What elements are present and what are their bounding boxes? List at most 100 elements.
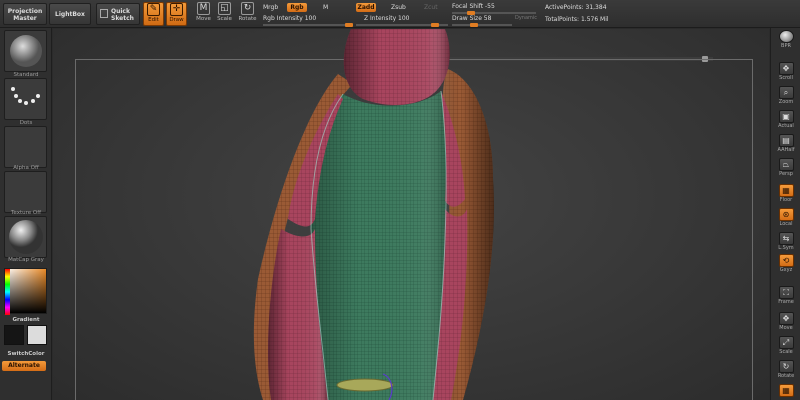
zsub-button[interactable]: Zsub (391, 4, 406, 11)
hue-strip[interactable] (5, 269, 10, 315)
seat-cushion-hint (336, 378, 394, 392)
alternate-button[interactable]: Alternate (2, 361, 46, 371)
frame-icon: ⛶ (778, 286, 794, 299)
quick-sketch-label: Quick Sketch (111, 8, 134, 22)
left-shelf: Standard Dots Alpha Off Texture Off MatC… (0, 28, 52, 400)
scale-label: Scale (217, 16, 232, 22)
scale-view-label: Scale (779, 349, 793, 355)
persp-button[interactable]: ⏢ Persp (774, 158, 798, 178)
actual-button[interactable]: ▣ Actual (774, 110, 798, 130)
render-sphere-icon (778, 30, 794, 43)
gxyz-icon: ⟲ (778, 254, 794, 267)
local-icon: ⊛ (778, 208, 794, 221)
lsym-button[interactable]: ⇆ L.Sym (774, 232, 798, 252)
floor-button[interactable]: ▦ Floor (774, 184, 798, 204)
rgb-intensity-label: Rgb Intensity 100 (263, 15, 317, 22)
material-label: MatCap Gray (8, 257, 44, 263)
brush-sphere-icon (10, 35, 42, 67)
dynamic-button[interactable]: Dynamic (515, 15, 537, 21)
rotate-view-button[interactable]: ↻ Rotate (774, 360, 798, 380)
m-button[interactable]: M (323, 4, 328, 11)
texture-selector[interactable] (4, 171, 47, 213)
local-button[interactable]: ⊛ Local (774, 208, 798, 228)
quick-sketch-button[interactable]: Quick Sketch (96, 3, 140, 25)
local-label: Local (779, 221, 793, 227)
gradient-button[interactable]: Gradient (0, 317, 52, 323)
focal-shift-label: Focal Shift -55 (452, 3, 495, 10)
scroll-button[interactable]: ✥ Scroll (774, 62, 798, 82)
edit-button[interactable]: ✎ Edit (143, 2, 164, 26)
draw-button[interactable]: ✛ Draw (166, 2, 187, 26)
main-color-swatch[interactable] (4, 325, 24, 345)
move-icon: ✥ (778, 312, 794, 325)
secondary-color-swatch[interactable] (27, 325, 47, 345)
rotate-label: Rotate (238, 16, 257, 22)
focal-shift-slider[interactable] (452, 12, 536, 14)
bpr-button[interactable]: BPR (774, 30, 798, 50)
scale-icon: ◱ (218, 2, 231, 15)
scale-button[interactable]: ◱ Scale (214, 2, 235, 26)
mrgb-button[interactable]: Mrgb (263, 4, 278, 11)
rgb-intensity-slider[interactable] (263, 24, 353, 26)
right-shelf: BPR ✥ Scroll ⌕ Zoom ▣ Actual ▤ AAHalf ⏢ Persp… (770, 28, 800, 400)
edit-icon: ✎ (147, 3, 160, 16)
z-intensity-handle[interactable] (431, 23, 439, 27)
floor-label: Floor (779, 197, 793, 203)
rgb-intensity-handle[interactable] (345, 23, 353, 27)
zoom-button[interactable]: ⌕ Zoom (774, 86, 798, 106)
viewport-canvas[interactable] (53, 29, 769, 400)
scale-view-button[interactable]: ⤢ Scale (774, 336, 798, 356)
move-button[interactable]: M Move (193, 2, 214, 26)
top-toolbar: Projection Master LightBox Quick Sketch … (0, 0, 800, 28)
lsym-label: L.Sym (778, 245, 794, 251)
zoom-label: Zoom (778, 99, 794, 105)
brush-selector[interactable] (4, 30, 47, 72)
polyframe-button[interactable]: ▦ (774, 384, 798, 400)
persp-label: Persp (779, 171, 793, 177)
total-points-readout: TotalPoints: 1.576 Mil (545, 16, 609, 23)
scroll-label: Scroll (779, 75, 793, 81)
lsym-icon: ⇆ (778, 232, 794, 245)
draw-icon: ✛ (170, 3, 183, 16)
zoom-icon: ⌕ (778, 86, 794, 99)
color-picker[interactable] (4, 268, 47, 315)
switch-color-button[interactable]: SwitchColor (0, 351, 52, 357)
aahalf-label: AAHalf (777, 147, 795, 153)
z-intensity-label: Z Intensity 100 (364, 15, 410, 22)
rotate-view-label: Rotate (777, 373, 795, 379)
stroke-selector[interactable] (4, 78, 47, 120)
frame-label: Frame (778, 299, 794, 305)
move-icon: M (197, 2, 210, 15)
rgb-button[interactable]: Rgb (287, 3, 307, 12)
seat-mesh-model[interactable] (53, 29, 769, 400)
rotate-button[interactable]: ↻ Rotate (237, 2, 258, 26)
draw-label: Draw (169, 17, 184, 23)
aahalf-button[interactable]: ▤ AAHalf (774, 134, 798, 154)
move-view-label: Move (779, 325, 793, 331)
move-label: Move (196, 16, 211, 22)
alpha-selector[interactable] (4, 126, 47, 168)
frame-button[interactable]: ⛶ Frame (774, 286, 798, 306)
aahalf-icon: ▤ (778, 134, 794, 147)
edit-label: Edit (148, 17, 159, 23)
gxyz-button[interactable]: ⟲ Gxyz (774, 254, 798, 274)
gxyz-label: Gxyz (779, 267, 793, 273)
zadd-button[interactable]: Zadd (356, 3, 376, 12)
draw-size-slider[interactable] (452, 24, 512, 26)
scale-icon: ⤢ (778, 336, 794, 349)
quick-sketch-icon (100, 9, 108, 18)
move-view-button[interactable]: ✥ Move (774, 312, 798, 332)
actual-label: Actual (778, 123, 794, 129)
actual-icon: ▣ (778, 110, 794, 123)
polyframe-icon: ▦ (778, 384, 794, 397)
lightbox-button[interactable]: LightBox (49, 3, 91, 25)
floor-icon: ▦ (778, 184, 794, 197)
persp-icon: ⏢ (778, 158, 794, 171)
matcap-sphere-icon (9, 220, 43, 254)
projection-master-button[interactable]: Projection Master (3, 3, 47, 25)
rotate-icon: ↻ (241, 2, 254, 15)
material-selector[interactable] (4, 216, 47, 258)
draw-size-handle[interactable] (470, 23, 478, 27)
dots-stroke-icon (11, 87, 40, 105)
zcut-button[interactable]: Zcut (424, 4, 438, 11)
